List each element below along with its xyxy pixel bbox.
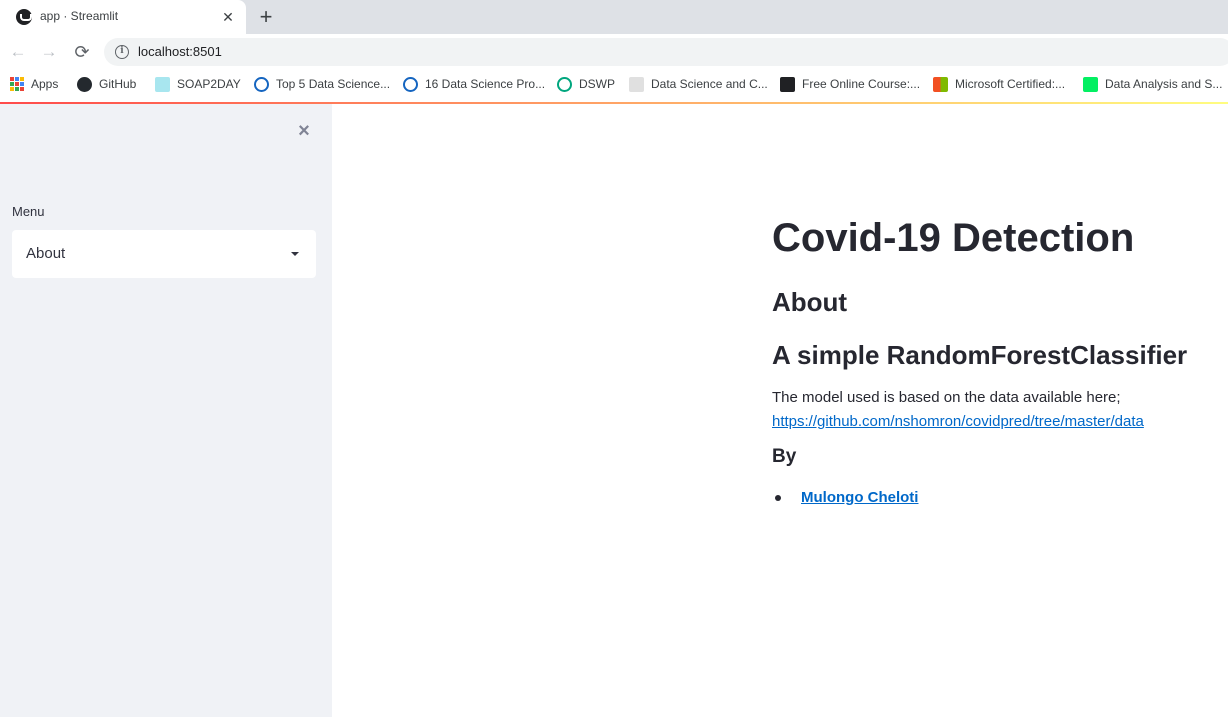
apps-grid-icon [10,77,24,91]
description-text: The model used is based on the data avai… [772,389,1121,406]
bookmark-label: DSWP [579,77,615,91]
bookmark-label: Data Analysis and S... [1105,77,1223,91]
section-heading: About [772,287,848,317]
bookmark-microsoft[interactable]: Microsoft Certified:... [933,76,1065,92]
soap2day-icon [155,76,170,92]
bookmark-16ds[interactable]: 16 Data Science Pro... [403,76,545,92]
bookmark-dswp[interactable]: DSWP [557,76,615,92]
bookmark-data-analysis[interactable]: Data Analysis and S... [1083,76,1222,92]
bookmarks-bar: Apps GitHub SOAP2DAY Top 5 Data Science.… [0,70,1228,98]
browser-tab[interactable]: app · Streamlit ✕ [0,0,246,34]
bookmark-label: Free Online Course:... [802,77,921,91]
bookmark-label: GitHub [99,77,137,91]
url-text[interactable]: localhost:8501 [138,44,222,59]
bookmark-label: Microsoft Certified:... [955,77,1066,91]
list-item: Mulongo Cheloti [772,489,918,506]
bookmark-label: Top 5 Data Science... [276,77,391,91]
bookmark-top5[interactable]: Top 5 Data Science... [254,76,390,92]
bookmark-apps[interactable]: Apps [10,76,58,92]
course-icon [780,76,795,92]
bookmark-github[interactable]: GitHub [77,76,136,92]
data-source-link[interactable]: https://github.com/nshomron/covidpred/tr… [772,413,1144,430]
tab-close-icon[interactable]: ✕ [219,8,237,26]
site-icon [629,76,644,92]
bookmark-free-course[interactable]: Free Online Course:... [780,76,920,92]
dswp-icon [557,76,572,92]
close-icon[interactable]: × [293,120,315,142]
forward-button[interactable]: → [38,41,60,63]
tab-title: app · Streamlit [40,9,119,23]
github-icon [77,76,92,92]
address-bar[interactable]: i localhost:8501 [104,38,1228,66]
chevron-down-icon [291,252,299,256]
subtitle-heading: A simple RandomForestClassifier [772,340,1188,370]
browser-tab-strip: app · Streamlit ✕ + [0,0,1228,34]
main-content: Covid-19 Detection About A simple Random… [332,104,1228,717]
sidebar: × Menu About [0,104,332,717]
bullet-icon [775,494,781,501]
author-link[interactable]: Mulongo Cheloti [801,489,918,506]
site-info-icon[interactable]: i [115,45,129,59]
bookmark-label: SOAP2DAY [177,77,241,91]
bookmark-soap2day[interactable]: SOAP2DAY [155,76,241,92]
page-title: Covid-19 Detection [772,216,1135,260]
new-tab-button[interactable]: + [254,6,278,28]
menu-select[interactable]: About [12,230,316,278]
bookmark-label: Apps [31,77,59,91]
back-button[interactable]: ← [7,41,29,63]
author-list: Mulongo Cheloti [772,489,918,506]
streamlit-favicon-icon [16,9,32,25]
menu-select-value: About [26,245,66,262]
microsoft-icon [933,76,948,92]
site-icon [254,76,269,92]
datacamp-icon [1083,76,1098,92]
bookmark-label: Data Science and C... [651,77,768,91]
description-paragraph: The model used is based on the data avai… [772,386,1144,434]
browser-toolbar: ← → ⟳ i localhost:8501 [0,34,1228,70]
bookmark-label: 16 Data Science Pro... [425,77,546,91]
reload-button[interactable]: ⟳ [71,41,93,63]
menu-label: Menu [12,204,45,219]
site-icon [403,76,418,92]
bookmark-ds-and-c[interactable]: Data Science and C... [629,76,768,92]
by-heading: By [772,446,797,467]
